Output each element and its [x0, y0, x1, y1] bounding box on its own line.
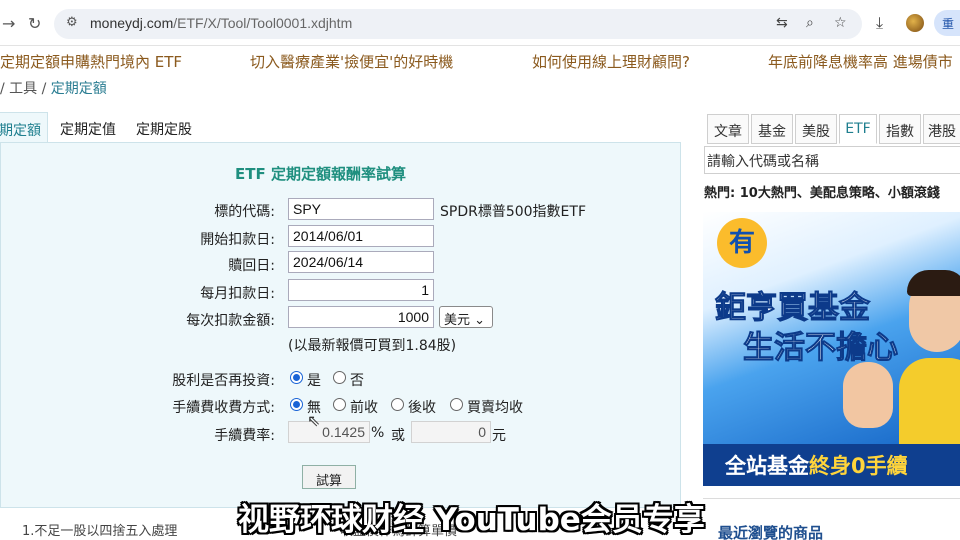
breadcrumb-tools[interactable]: 工具 [9, 81, 37, 97]
zoom-icon[interactable]: ⌕ [806, 15, 814, 31]
symbol-name: SPDR標普500指數ETF [440, 204, 587, 220]
ad-badge: 有 [717, 218, 767, 268]
start-date-input[interactable]: 2014/06/01 [288, 225, 434, 247]
tab-regular-amount[interactable]: 期定額 [0, 112, 48, 143]
shares-note: (以最新報價可買到1.84股) [288, 338, 457, 354]
bookmark-star-icon[interactable]: ☆ [834, 15, 847, 31]
sidebar-divider [703, 498, 960, 499]
mouse-cursor-icon: ⇖ [307, 411, 321, 430]
amount-input[interactable]: 1000 [288, 306, 434, 328]
redeem-date-label: 贖回日: [228, 258, 275, 274]
sidebar-search-input[interactable]: 請輸入代碼或名稱 [704, 146, 960, 174]
advertisement-banner[interactable]: 有 鉅亨買基金 生活不擔心 全站基金終身0手續 [703, 212, 960, 486]
sidebar-tab-hk-stocks[interactable]: 港股 [923, 114, 960, 144]
breadcrumb: / 工具 / 定期定額 [0, 78, 107, 98]
recent-products-heading: 最近瀏覽的商品 [718, 524, 824, 540]
fee-back-label: 後收 [408, 400, 436, 416]
fee-back-radio[interactable] [391, 398, 404, 411]
hot-topics[interactable]: 熱門: 10大熱門、美配息策略、小額滾錢 [704, 182, 940, 201]
extension-avatar-icon[interactable] [906, 14, 924, 32]
calculate-button[interactable]: 試算 [302, 465, 356, 489]
sidebar-tab-etf[interactable]: ETF [839, 114, 877, 144]
debit-day-label: 每月扣款日: [200, 286, 275, 302]
breadcrumb-sep: / [41, 81, 47, 97]
debit-day-input[interactable]: 1 [288, 279, 434, 301]
redeem-date-input[interactable]: 2024/06/14 [288, 251, 434, 273]
sidebar-tab-us-stocks[interactable]: 美股 [795, 114, 837, 144]
sidebar-tab-articles[interactable]: 文章 [707, 114, 749, 144]
ad-person-body [899, 358, 960, 458]
url-text: moneydj.com/ETF/X/Tool/Tool0001.xdjhtm [90, 15, 353, 31]
profile-button[interactable]: 重 [934, 10, 960, 36]
tab-regular-value[interactable]: 定期定值 [60, 112, 116, 143]
footnote-rounding: 1.不足一股以四捨五入處理 [22, 524, 178, 539]
ad-strip-highlight: 終身0手續 [809, 454, 908, 478]
fee-front-label: 前收 [350, 400, 378, 416]
fee-method-label: 手續費收費方式: [172, 400, 275, 416]
breadcrumb-sep: / [0, 81, 5, 97]
dividend-no-label: 否 [350, 373, 364, 389]
fee-rate-label: 手續費率: [214, 428, 275, 444]
ad-strip: 全站基金終身0手續 [703, 444, 960, 486]
amount-label: 每次扣款金額: [186, 313, 275, 329]
site-info-icon[interactable]: ⚙ [66, 15, 78, 30]
browser-toolbar: → ↻ ⚙ moneydj.com/ETF/X/Tool/Tool0001.xd… [0, 0, 960, 46]
fee-fixed-input[interactable]: 0 [411, 421, 491, 443]
currency-value: 美元 [444, 313, 471, 328]
headline-link[interactable]: 切入醫療產業'撿便宜'的好時機 [250, 51, 453, 72]
download-icon[interactable]: ⤓ [876, 13, 883, 33]
reload-icon[interactable]: ↻ [28, 14, 41, 33]
fee-both-radio[interactable] [450, 398, 463, 411]
ad-headline-1: 鉅亨買基金 [715, 290, 871, 327]
ad-person-image [899, 268, 960, 458]
start-date-label: 開始扣款日: [200, 232, 275, 248]
fee-both-label: 買賣均收 [467, 400, 523, 416]
address-bar[interactable]: ⚙ moneydj.com/ETF/X/Tool/Tool0001.xdjhtm… [54, 9, 862, 39]
ad-headline-2: 生活不擔心 [743, 330, 899, 367]
breadcrumb-current[interactable]: 定期定額 [51, 81, 107, 97]
symbol-label: 標的代碼: [214, 204, 275, 220]
fee-fixed-unit: 元 [492, 428, 506, 444]
symbol-input[interactable]: SPY [288, 198, 434, 220]
fee-front-radio[interactable] [333, 398, 346, 411]
fee-none-radio[interactable] [290, 398, 303, 411]
fee-rate-unit: % [371, 425, 385, 441]
ad-person-hair [907, 270, 960, 296]
dividend-yes-label: 是 [307, 373, 321, 389]
or-text: 或 [391, 428, 405, 444]
forward-icon[interactable]: → [2, 14, 15, 33]
sidebar-tab-index[interactable]: 指數 [879, 114, 921, 144]
currency-select[interactable]: 美元 ⌄ [439, 306, 493, 328]
calculator-title: ETF 定期定額報酬率試算 [235, 165, 406, 183]
ok-hand-icon [843, 362, 893, 428]
headline-link[interactable]: 年底前降息機率高 進場債市 [768, 51, 953, 72]
video-subtitle: 视野环球财经 YouTube会员专享 [238, 502, 705, 538]
dividend-no-radio[interactable] [333, 371, 346, 384]
headline-ticker: 定期定額申購熱門境內 ETF 切入醫療產業'撿便宜'的好時機 如何使用線上理財顧… [0, 46, 960, 76]
fee-rate-input[interactable]: 0.1425 [288, 421, 370, 443]
headline-link[interactable]: 如何使用線上理財顧問? [532, 51, 690, 72]
chevron-down-icon: ⌄ [470, 313, 486, 328]
ad-strip-text: 全站基金 [725, 454, 809, 478]
dividend-label: 股利是否再投資: [172, 373, 275, 389]
dividend-yes-radio[interactable] [290, 371, 303, 384]
calculator-panel: ETF 定期定額報酬率試算 標的代碼: SPY SPDR標普500指數ETF 開… [0, 142, 681, 508]
tab-regular-shares[interactable]: 定期定股 [136, 112, 192, 143]
sidebar-tab-funds[interactable]: 基金 [751, 114, 793, 144]
translate-icon[interactable]: ⇆ [776, 15, 788, 31]
headline-link[interactable]: 定期定額申購熱門境內 ETF [0, 51, 182, 72]
